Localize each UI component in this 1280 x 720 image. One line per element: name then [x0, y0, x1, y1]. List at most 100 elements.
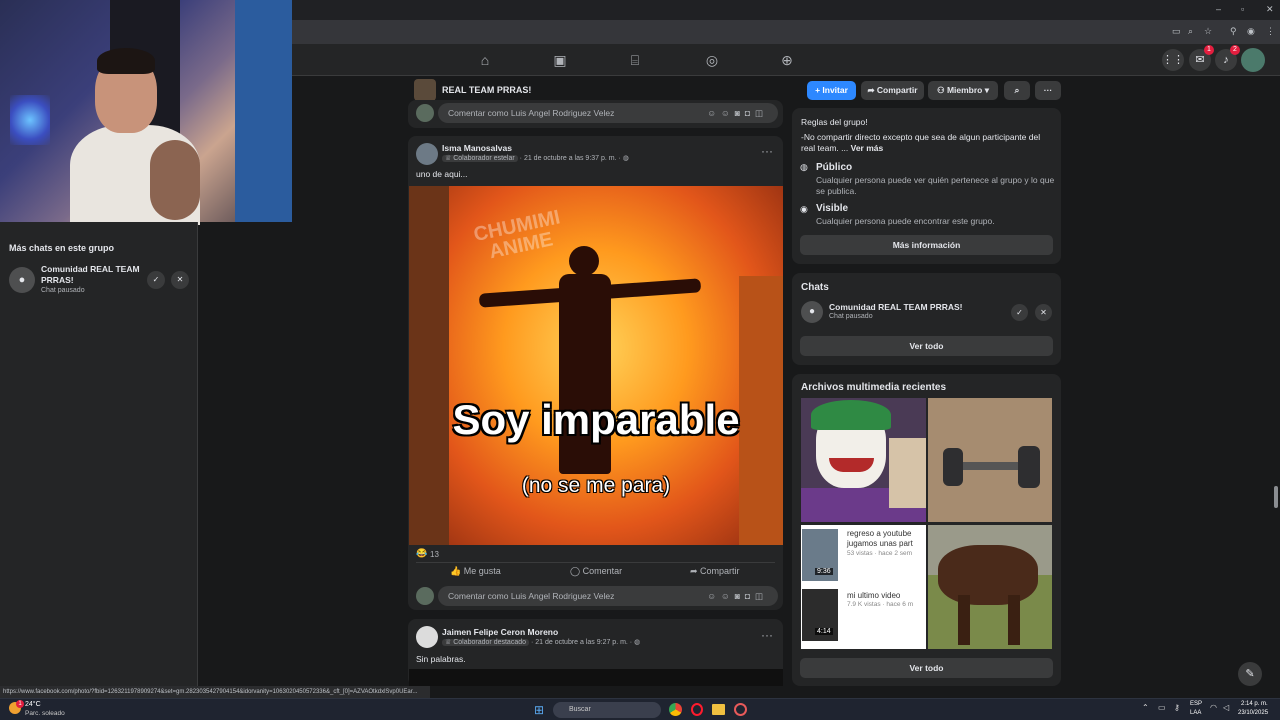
chat-status: Chat pausado: [41, 287, 85, 294]
chat-name[interactable]: Comunidad REAL TEAM PRRAS!: [829, 302, 962, 312]
chat-bubble-icon: ●: [801, 301, 823, 323]
post-options-icon[interactable]: ···: [761, 144, 773, 158]
join-chat-check-icon[interactable]: ✓: [147, 271, 165, 289]
account-avatar[interactable]: [1241, 48, 1265, 72]
marketplace-icon[interactable]: ⌸: [625, 52, 645, 69]
see-all-media-button[interactable]: Ver todo: [800, 658, 1053, 678]
comment-input[interactable]: Comentar como Luis Angel Rodriguez Velez…: [438, 103, 778, 123]
bluetooth-tray-icon[interactable]: ⚷: [1174, 703, 1180, 712]
maximize-icon[interactable]: ▫: [1241, 4, 1244, 14]
post-author[interactable]: Isma Manosalvas: [442, 143, 512, 153]
role-badge: ♕ Colaborador estelar: [442, 155, 518, 162]
comment-tools-icons[interactable]: ☺☺◙◘◫: [707, 586, 768, 606]
comment-input[interactable]: Comentar como Luis Angel Rodriguez Velez…: [438, 586, 778, 606]
language-code[interactable]: ESP: [1190, 701, 1202, 707]
close-window-icon[interactable]: ✕: [1266, 4, 1274, 15]
notifications-badge: 2: [1230, 45, 1240, 55]
taskbar-search[interactable]: Buscar: [553, 702, 661, 718]
wifi-tray-icon[interactable]: ◠: [1210, 703, 1217, 712]
page-scrollbar-thumb[interactable]: [1274, 486, 1278, 508]
more-options-icon[interactable]: ···: [1035, 81, 1061, 100]
volume-tray-icon[interactable]: ◁: [1223, 703, 1229, 712]
globe-icon: ◍: [622, 155, 629, 162]
groups-icon[interactable]: ◎: [702, 52, 722, 69]
browser-menu-icon[interactable]: ⋮: [1266, 26, 1275, 37]
chat-name[interactable]: Comunidad REAL TEAM PRRAS!: [41, 264, 141, 286]
bookmark-star-icon[interactable]: ☆: [1204, 26, 1212, 37]
home-icon[interactable]: ⌂: [475, 52, 495, 68]
chats-title: Chats: [801, 282, 829, 293]
chrome-taskbar-icon[interactable]: [669, 703, 682, 716]
network-tray-icon[interactable]: ▭: [1158, 703, 1166, 712]
rules-title: Reglas del grupo!: [801, 117, 868, 127]
chat-bubble-icon: ●: [9, 267, 35, 293]
media-thumbnail[interactable]: [928, 398, 1052, 522]
visible-title: Visible: [816, 203, 849, 214]
post-author[interactable]: Jaimen Felipe Ceron Moreno: [442, 627, 558, 637]
role-badge: ♕ Colaborador destacado: [442, 639, 530, 646]
chat-status: Chat pausado: [829, 313, 873, 320]
app-taskbar-icon[interactable]: [734, 703, 747, 716]
video-icon[interactable]: ▣: [550, 52, 570, 69]
language-variant[interactable]: LAA: [1190, 710, 1201, 716]
post-image[interactable]: [409, 669, 783, 686]
like-button[interactable]: 👍 Me gusta: [450, 566, 501, 577]
more-info-button[interactable]: Más información: [800, 235, 1053, 255]
media-thumbnail[interactable]: 9:36 regreso a youtube jugamos unas part…: [801, 525, 926, 649]
video-duration: 9:36: [815, 568, 833, 575]
search-group-icon[interactable]: ⌕: [1004, 81, 1030, 100]
clock-date[interactable]: 23/10/2025: [1238, 710, 1268, 716]
join-chat-check-icon[interactable]: ✓: [1011, 304, 1028, 321]
see-all-chats-button[interactable]: Ver todo: [800, 336, 1053, 356]
rules-text: -No compartir directo excepto que sea de…: [801, 132, 1041, 153]
profile-icon[interactable]: ◉: [1247, 26, 1255, 37]
messenger-badge: 1: [1204, 45, 1214, 55]
video-views: 53 vistas · hace 2 sem: [847, 550, 913, 557]
see-more-link[interactable]: Ver más: [851, 143, 884, 153]
globe-icon: ◍: [634, 639, 641, 646]
media-thumbnail[interactable]: [928, 525, 1052, 649]
post-image[interactable]: CHUMIMI ANIME Soy imparable (no se me pa…: [409, 186, 783, 545]
extensions-icon[interactable]: ⚲: [1230, 26, 1237, 37]
post-options-icon[interactable]: ···: [761, 628, 773, 642]
chats-card: Chats ● Comunidad REAL TEAM PRRAS! Chat …: [792, 273, 1061, 365]
author-avatar[interactable]: [416, 626, 438, 648]
zoom-icon[interactable]: ⌕: [1188, 26, 1193, 37]
post-meta: ♕ Colaborador destacado · 21 de octubre …: [442, 638, 640, 646]
image-subcaption: (no se me para): [521, 474, 671, 497]
group-name[interactable]: REAL TEAM PRRAS!: [442, 85, 531, 95]
reaction-count[interactable]: 13: [430, 550, 439, 559]
member-button[interactable]: ⚇ Miembro ▾: [928, 81, 998, 100]
menu-grid-icon[interactable]: ⋮⋮: [1162, 49, 1184, 71]
start-windows-icon[interactable]: ⊞: [534, 703, 544, 717]
reaction-emoji-icon[interactable]: 😂: [416, 548, 427, 559]
clock-time[interactable]: 2:14 p. m.: [1241, 701, 1268, 707]
visible-desc: Cualquier persona puede encontrar este g…: [816, 216, 995, 226]
post-meta: ♕ Colaborador estelar · 21 de octubre a …: [442, 154, 629, 162]
author-avatar[interactable]: [416, 143, 438, 165]
file-explorer-icon[interactable]: [712, 704, 725, 715]
install-app-icon[interactable]: ▭: [1172, 26, 1181, 37]
media-thumbnail[interactable]: [801, 398, 926, 522]
weather-desc: Parc. soleado: [25, 710, 65, 717]
group-avatar[interactable]: [414, 79, 436, 101]
new-message-icon[interactable]: ✎: [1238, 662, 1262, 686]
comment-button[interactable]: ◯ Comentar: [570, 566, 622, 577]
dismiss-chat-icon[interactable]: ✕: [171, 271, 189, 289]
webcam-overlay: [0, 0, 292, 225]
weather-temp: 24°C: [25, 701, 41, 708]
opera-taskbar-icon[interactable]: [691, 703, 703, 716]
invite-button[interactable]: + Invitar: [807, 81, 856, 100]
image-watermark: CHUMIMI ANIME: [471, 206, 563, 264]
media-title: Archivos multimedia recientes: [801, 382, 947, 393]
tray-overflow-icon[interactable]: ⌃: [1142, 703, 1149, 712]
dismiss-chat-icon[interactable]: ✕: [1035, 304, 1052, 321]
video-title: mi ultimo video: [847, 591, 901, 600]
post-text: uno de aqui...: [416, 169, 468, 179]
share-button[interactable]: ➦ Compartir: [690, 566, 740, 577]
comment-tools-icons[interactable]: ☺☺◙◘◫: [707, 103, 768, 123]
public-desc: Cualquier persona puede ver quién perten…: [816, 175, 1055, 196]
minimize-icon[interactable]: –: [1216, 4, 1221, 14]
gaming-icon[interactable]: ⊕: [777, 52, 797, 69]
share-group-button[interactable]: ➦ Compartir: [861, 81, 924, 100]
